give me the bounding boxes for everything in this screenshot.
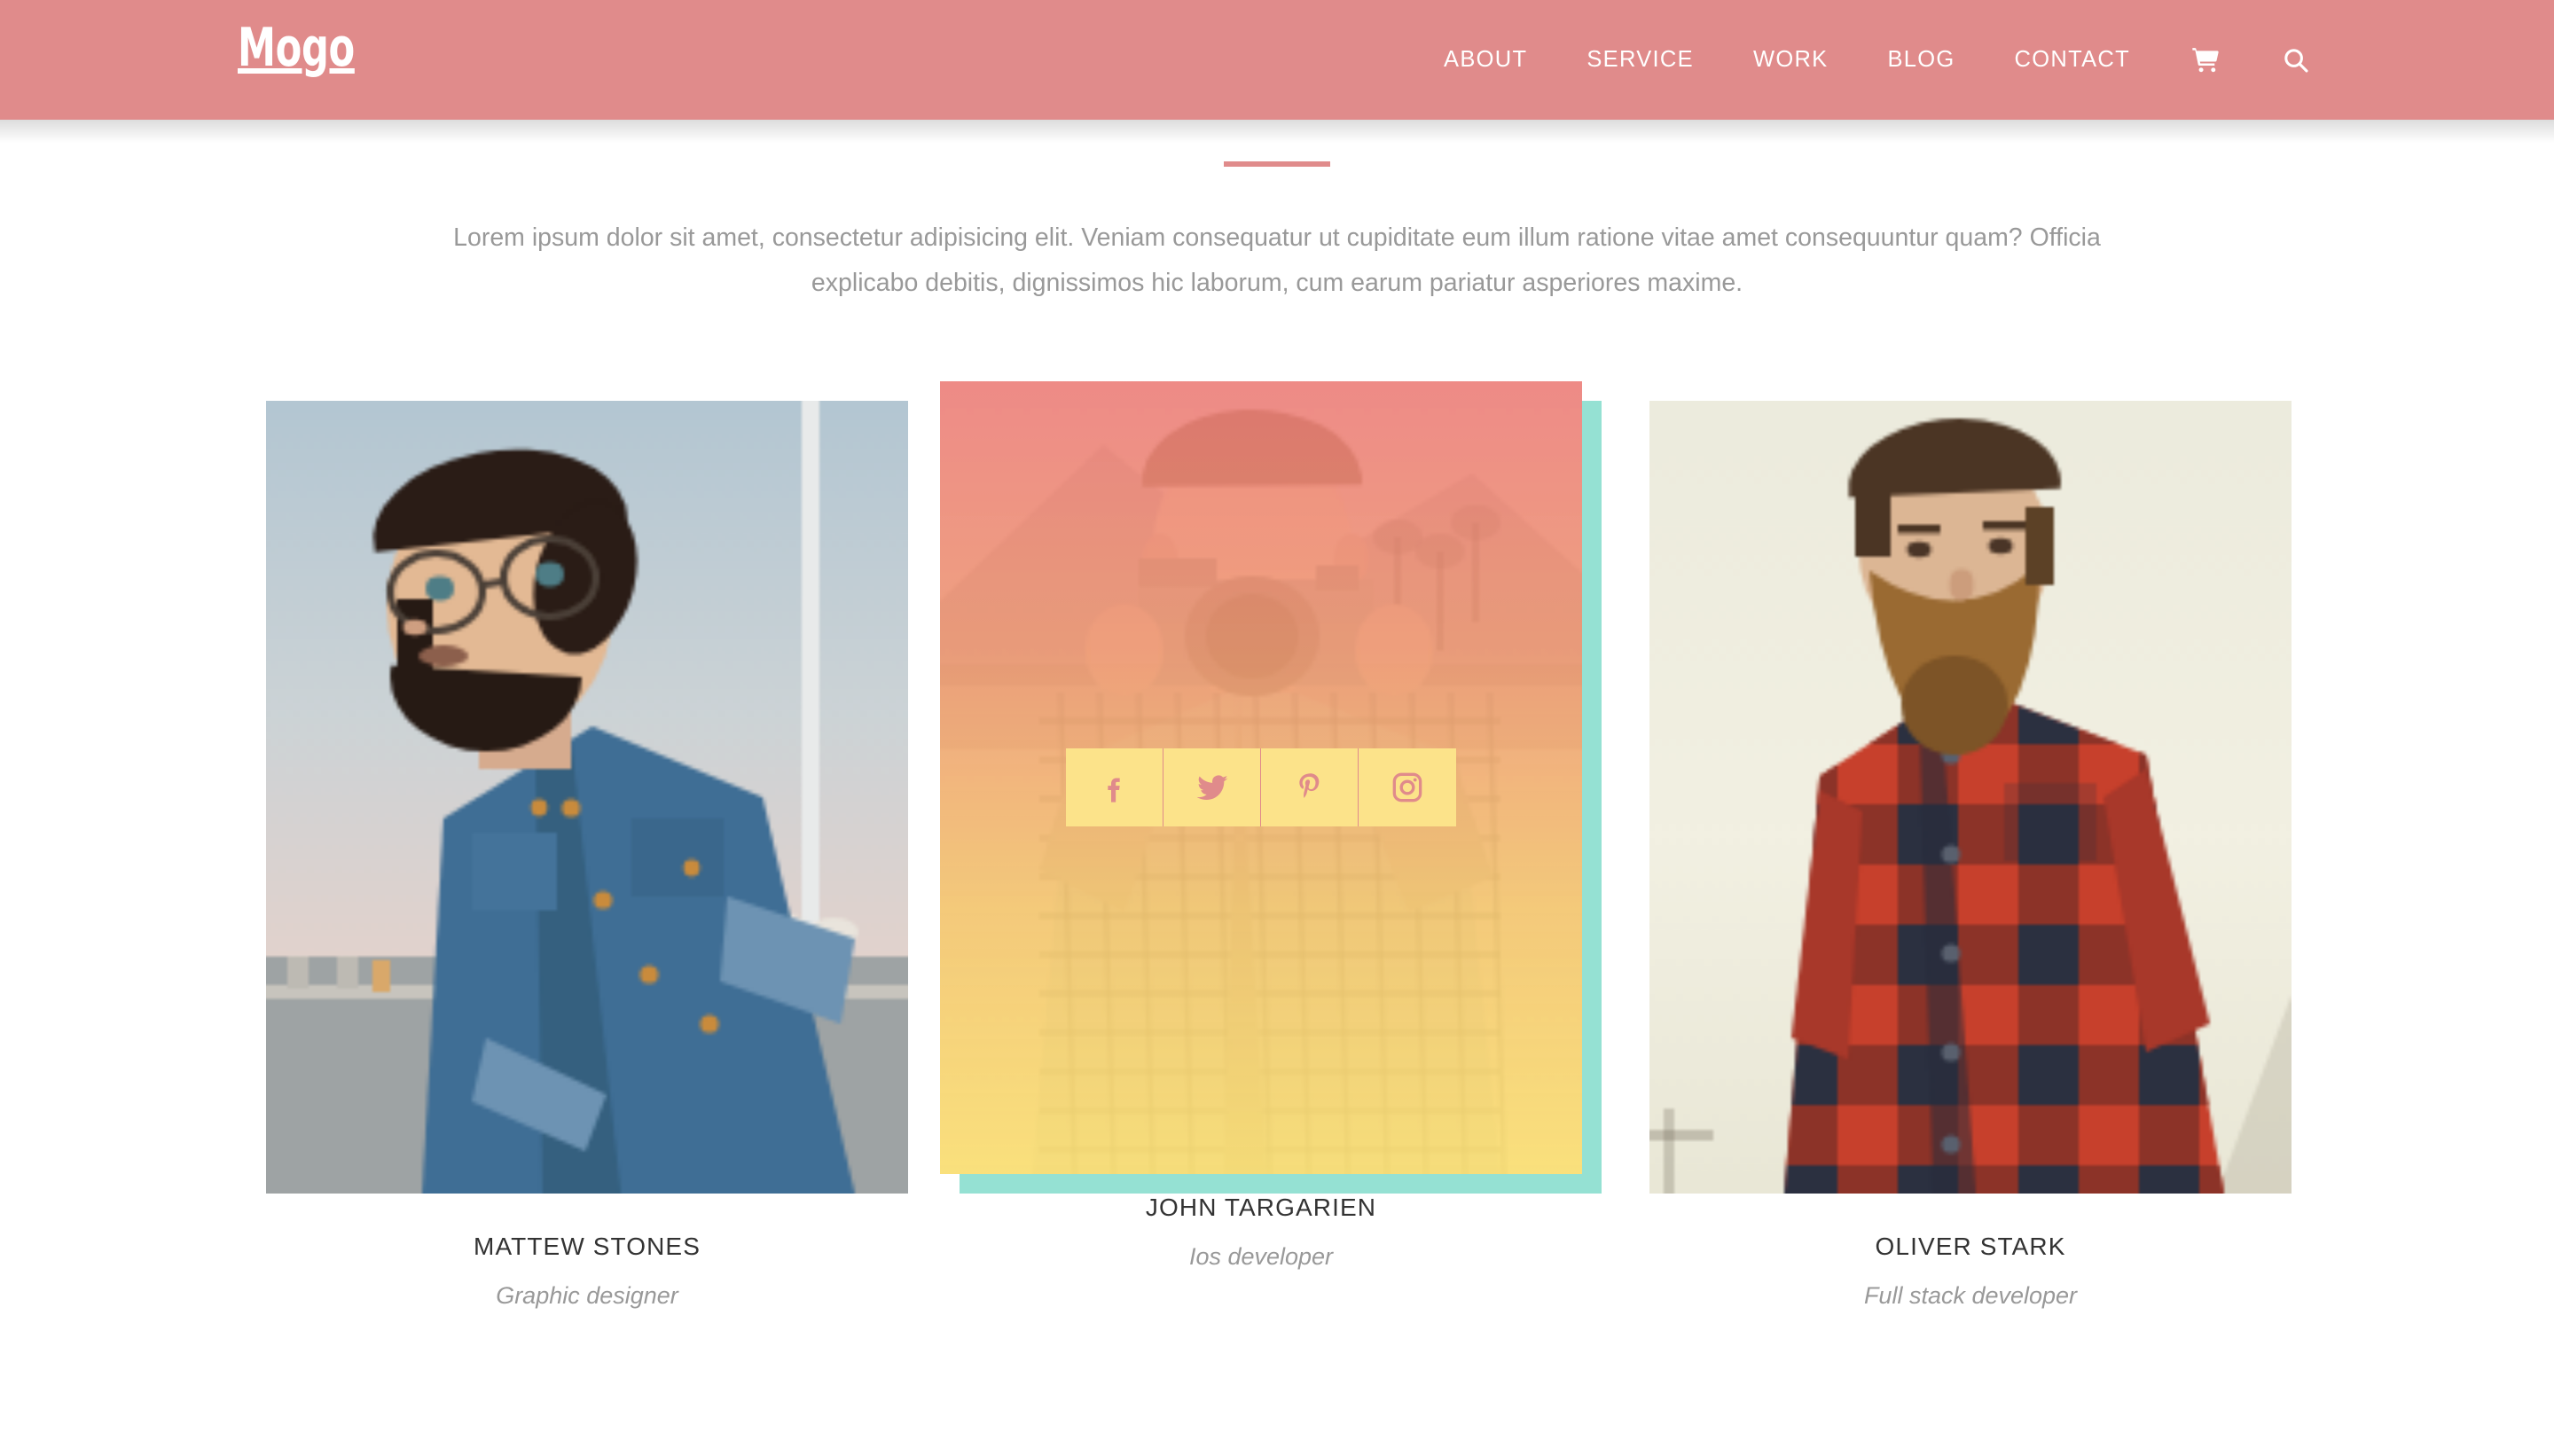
team-photo-wrapper xyxy=(940,381,1602,1194)
search-icon[interactable] xyxy=(2279,43,2313,77)
team-photo xyxy=(266,401,908,1194)
team-member-role: Graphic designer xyxy=(496,1282,678,1309)
team-member-role: Ios developer xyxy=(1188,1243,1334,1270)
facebook-icon[interactable] xyxy=(1066,748,1163,826)
team-member-role: Full stack developer xyxy=(1863,1282,2078,1309)
instagram-icon[interactable] xyxy=(1359,748,1456,826)
team-card[interactable]: JOHN TARGARIEN Ios developer xyxy=(940,381,1602,1271)
nav-link-about[interactable]: ABOUT xyxy=(1442,40,1529,80)
team-grid: MATTEW STONES Graphic designer JOHN TARG… xyxy=(266,381,2292,1383)
team-card[interactable]: OLIVER STARK Full stack developer xyxy=(1649,381,2292,1310)
team-card[interactable]: MATTEW STONES Graphic designer xyxy=(266,381,908,1310)
twitter-icon[interactable] xyxy=(1163,748,1261,826)
pinterest-icon[interactable] xyxy=(1261,748,1359,826)
team-member-name: OLIVER STARK xyxy=(1875,1233,2066,1260)
shopping-cart-icon[interactable] xyxy=(2189,43,2222,77)
section-divider xyxy=(1224,161,1330,167)
social-links-bar xyxy=(1066,748,1456,826)
site-header: Mogo ABOUT SERVICE WORK BLOG CONTACT xyxy=(0,0,2554,120)
header-drop-shadow xyxy=(0,120,2554,143)
nav-link-work[interactable]: WORK xyxy=(1751,40,1830,80)
nav-link-service[interactable]: SERVICE xyxy=(1585,40,1696,80)
team-photo xyxy=(1649,401,2292,1194)
section-intro-text: Lorem ipsum dolor sit amet, consectetur … xyxy=(453,223,2101,297)
nav-link-blog[interactable]: BLOG xyxy=(1885,40,1956,80)
team-member-name: JOHN TARGARIEN xyxy=(1145,1194,1377,1221)
team-photo-wrapper xyxy=(266,401,908,1194)
brand-logo[interactable]: Mogo xyxy=(238,21,355,74)
nav-link-contact[interactable]: CONTACT xyxy=(2013,40,2132,80)
team-photo-wrapper xyxy=(1649,401,2292,1194)
main-navigation: ABOUT SERVICE WORK BLOG CONTACT xyxy=(1442,0,2554,120)
team-member-name: MATTEW STONES xyxy=(474,1233,701,1260)
